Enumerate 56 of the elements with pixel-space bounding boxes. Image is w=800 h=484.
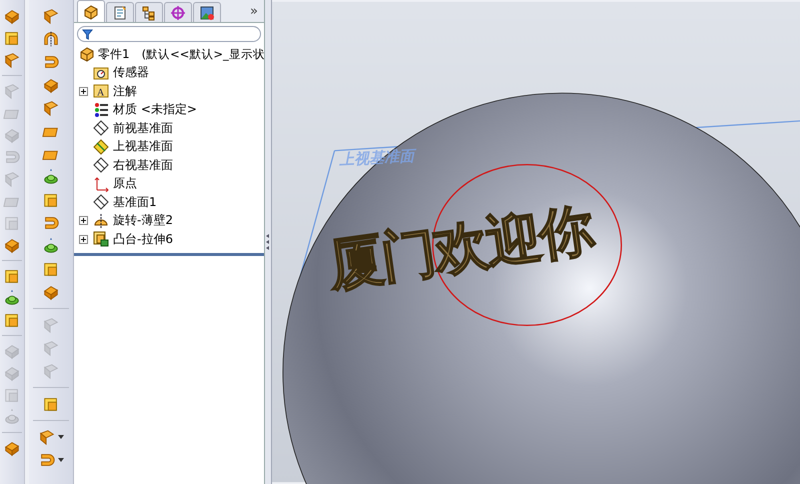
picture-icon — [199, 4, 215, 20]
disc-icon[interactable] — [42, 237, 60, 255]
material-list-icon — [93, 102, 109, 118]
funnel-icon — [82, 28, 93, 40]
curve-icon[interactable] — [38, 451, 56, 469]
tree-item[interactable]: 上视基准面 — [113, 138, 173, 156]
tree-item[interactable]: 零件1 — [98, 46, 130, 63]
tree-item[interactable]: 右视基准面 — [113, 156, 173, 174]
plane-label: 上视基准面 — [338, 146, 415, 169]
diamond-plane-icon — [93, 194, 109, 210]
caret-icon[interactable] — [58, 435, 64, 439]
disc-icon[interactable] — [3, 289, 21, 307]
tree-item[interactable]: 原点 — [113, 175, 137, 192]
part-icon — [79, 46, 95, 62]
tree-item[interactable]: 基准面1 — [113, 194, 157, 211]
embossed-text-model: 厦门欢迎你 — [324, 197, 596, 299]
diamond-plane-icon — [93, 120, 109, 136]
panel-tab[interactable] — [193, 2, 221, 22]
curve-icon[interactable] — [42, 214, 60, 232]
letter-folder-icon: A — [93, 83, 109, 100]
part-icon — [83, 4, 99, 20]
diamond-plane-icon — [93, 157, 109, 174]
panel-tab[interactable] — [135, 2, 163, 22]
revolve-icon — [93, 212, 109, 229]
block-icon[interactable] — [3, 7, 21, 25]
block-icon[interactable] — [42, 283, 60, 301]
boss-icon — [93, 231, 109, 248]
hierarchy-icon — [141, 4, 157, 20]
tree-item[interactable]: 凸台-拉伸6 — [113, 230, 173, 248]
arc-icon[interactable] — [42, 30, 60, 48]
block-icon[interactable] — [3, 439, 21, 457]
tree-item[interactable]: 旋转-薄壁2 — [113, 212, 173, 230]
panel-tab[interactable] — [77, 0, 105, 22]
block-icon[interactable] — [42, 76, 60, 94]
tree-item[interactable]: 材质 <未指定> — [113, 101, 197, 118]
more-tabs-button[interactable]: » — [250, 4, 258, 18]
gauge-folder-icon — [93, 64, 109, 81]
crosshair-icon — [170, 4, 186, 20]
curve-icon[interactable] — [42, 53, 60, 71]
panel-tab[interactable] — [106, 2, 134, 22]
configuration-label: (默认<<默认>_显示状 — [142, 46, 265, 62]
axes-icon — [93, 176, 109, 192]
expand-icon[interactable] — [78, 216, 88, 226]
tree-item[interactable]: 传感器 — [113, 64, 149, 82]
diamond-plane-icon — [93, 138, 109, 155]
expand-icon[interactable] — [78, 86, 88, 96]
disc-icon[interactable] — [42, 168, 60, 186]
collapse-arrows-icon — [265, 231, 270, 253]
panel-tab[interactable] — [164, 2, 192, 22]
tree-item[interactable]: 前视基准面 — [113, 120, 173, 137]
expand-icon[interactable] — [78, 234, 88, 244]
document-icon — [112, 4, 128, 20]
filter-field[interactable] — [77, 26, 261, 42]
tree-item[interactable]: 注解 — [113, 82, 137, 100]
caret-icon[interactable] — [58, 458, 64, 462]
block-icon[interactable] — [3, 236, 21, 254]
